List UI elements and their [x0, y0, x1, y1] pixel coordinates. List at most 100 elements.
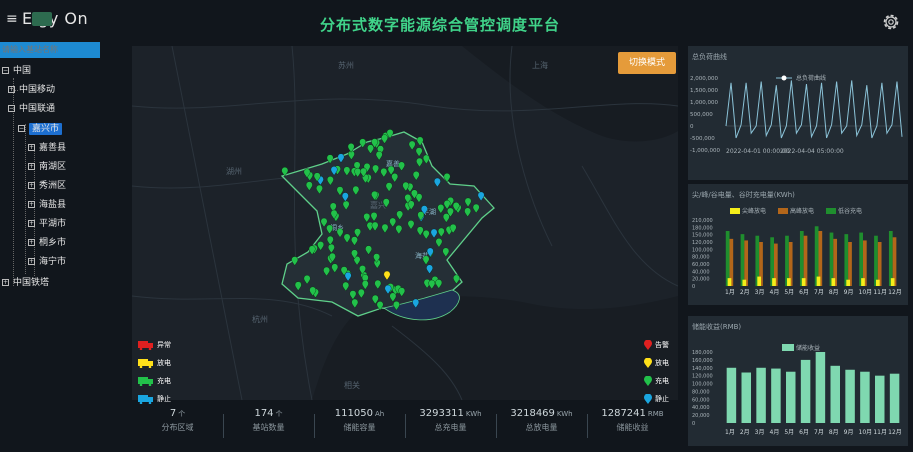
tick-label: 8月 — [829, 429, 839, 436]
gear-icon[interactable] — [881, 12, 901, 32]
expand-icon[interactable]: + — [2, 279, 9, 286]
bar — [801, 278, 806, 286]
tick-label: 6月 — [799, 429, 809, 436]
tree-node-label: 平湖市 — [39, 219, 67, 229]
tick-label: -500,000 — [690, 136, 715, 142]
map-canvas[interactable]: 苏州 上海 嘉兴 杭州 湖州 相关 平湖 海盐 桐乡 嘉善 — [132, 46, 678, 400]
bar — [786, 371, 796, 423]
stats-bar: 7 个分布区域 174 个基站数量 111050 Ah 储能容量 3293311 KWh 总… — [132, 408, 678, 448]
bar — [829, 232, 834, 286]
tick-label: 20,000 — [692, 413, 710, 419]
expand-icon[interactable]: + — [28, 163, 35, 170]
tree-node-label: 嘉善县 — [39, 143, 67, 153]
tick-label: 180,000 — [692, 350, 713, 356]
tick-label: 4月 — [770, 289, 780, 296]
expand-icon[interactable]: + — [28, 220, 35, 227]
legend-label: 充电 — [157, 377, 171, 385]
expand-icon[interactable]: + — [28, 182, 35, 189]
tree-node-haining[interactable]: + 海宁市 — [28, 255, 66, 269]
stat-value: 7 — [169, 408, 177, 419]
tick-label: 3月 — [755, 429, 765, 436]
collapse-icon[interactable]: − — [18, 125, 25, 132]
bar — [815, 352, 826, 423]
bar — [740, 234, 745, 286]
bar — [772, 278, 776, 286]
tree-node-haiyan[interactable]: + 海盐县 — [28, 198, 66, 212]
switch-mode-button[interactable]: 切换模式 — [618, 52, 676, 74]
bar — [757, 276, 762, 286]
expand-icon[interactable]: + — [28, 239, 35, 246]
energy-bar-chart[interactable]: 210,000180,000 150,000120,000100,000 80,00… — [688, 184, 908, 305]
map-label: 湖州 — [226, 167, 242, 176]
station-search-input[interactable] — [0, 42, 100, 58]
revenue-bar-chart[interactable]: 180,000 160,000 140,000 120,000 100,00080,00… — [688, 316, 908, 446]
tick-label: 12月 — [888, 429, 902, 436]
tick-label: 60,000 — [692, 397, 710, 403]
stat-capacity: 111050 Ah 储能容量 — [314, 408, 405, 448]
tree-node-xiuzhou[interactable]: + 秀洲区 — [28, 179, 66, 193]
stat-total-charge: 3293311 KWh 总充电量 — [405, 408, 496, 448]
tick-label: 2,000,000 — [690, 76, 718, 82]
expand-icon[interactable]: + — [28, 201, 35, 208]
tick-label: 80,000 — [692, 389, 710, 395]
tree-node-jiaxing[interactable]: − 嘉兴市 — [18, 122, 63, 136]
tree-node-jiashan[interactable]: + 嘉善县 — [28, 141, 66, 155]
load-curve-chart[interactable]: 2,000,000 1,500,000 1,000,000 500,000 0 -500,… — [688, 46, 908, 180]
bar — [741, 372, 751, 423]
stat-stations: 174 个基站数量 — [223, 408, 314, 448]
legend-label: 高峰放电 — [790, 207, 814, 215]
legend-label: 异常 — [157, 341, 171, 349]
tree-node-china[interactable]: − 中国 — [2, 64, 31, 78]
legend-marker — [781, 75, 787, 81]
bar — [861, 278, 865, 286]
stat-value: 3218469 — [510, 408, 555, 419]
tick-label: 0 — [692, 284, 695, 290]
tick-label: 0 — [690, 124, 694, 130]
bar — [726, 367, 737, 423]
tick-label: 40,000 — [692, 269, 710, 275]
legend-label: 总负荷曲线 — [796, 74, 826, 82]
tree-node-nanhu[interactable]: + 南湖区 — [28, 160, 66, 174]
bar — [831, 278, 836, 286]
pin-idle-icon — [644, 393, 652, 404]
tree-node-mobile[interactable]: + 中国移动 — [8, 83, 55, 97]
expand-icon[interactable]: + — [28, 144, 35, 151]
tick-label: 140,000 — [692, 366, 713, 372]
panel-title: 总负荷曲线 — [692, 53, 727, 61]
tick-label: 0 — [692, 421, 695, 427]
bar — [860, 371, 870, 423]
bar — [845, 369, 855, 423]
tree-node-tongxiang[interactable]: + 桐乡市 — [28, 236, 66, 250]
tick-label: 160,000 — [692, 358, 713, 364]
bar — [846, 279, 851, 286]
tree-node-pinghu[interactable]: + 平湖市 — [28, 217, 66, 231]
bar — [816, 276, 821, 286]
app-root: ≡ E gy On 分布式数字能源综合管控调度平台 −中国 +中国移动 −中国联… — [0, 0, 913, 452]
bar — [725, 231, 730, 286]
bar — [844, 234, 849, 286]
legend-label: 告警 — [655, 341, 669, 349]
bar — [800, 359, 811, 423]
tick-label: 20,000 — [692, 277, 710, 283]
collapse-icon[interactable]: − — [8, 105, 15, 112]
legend-label: 尖峰放电 — [742, 207, 766, 215]
tree-node-label: 海宁市 — [39, 257, 67, 267]
tick-label: 8月 — [829, 289, 839, 296]
expand-icon[interactable]: + — [8, 86, 15, 93]
legend-label: 低谷充电 — [838, 207, 862, 215]
tree-node-unicom[interactable]: − 中国联通 — [8, 102, 55, 116]
tree-node-tower[interactable]: + 中国铁塔 — [2, 276, 49, 290]
tick-label: 1,500,000 — [690, 88, 718, 94]
truck-abnormal-icon — [138, 341, 153, 350]
stat-unit: 个 — [275, 410, 283, 418]
stat-value: 3293311 — [419, 408, 464, 419]
legend-label: 放电 — [655, 359, 669, 367]
tree-node-label: 中国 — [13, 66, 32, 76]
hamburger-menu-icon[interactable]: ≡ — [6, 11, 18, 27]
bar — [875, 279, 880, 286]
collapse-icon[interactable]: − — [2, 67, 9, 74]
tree-node-label: 秀洲区 — [39, 181, 67, 191]
map-view[interactable]: 苏州 上海 嘉兴 杭州 湖州 相关 平湖 海盐 桐乡 嘉善 — [132, 46, 678, 400]
legend-swatch — [730, 208, 740, 214]
expand-icon[interactable]: + — [28, 258, 35, 265]
